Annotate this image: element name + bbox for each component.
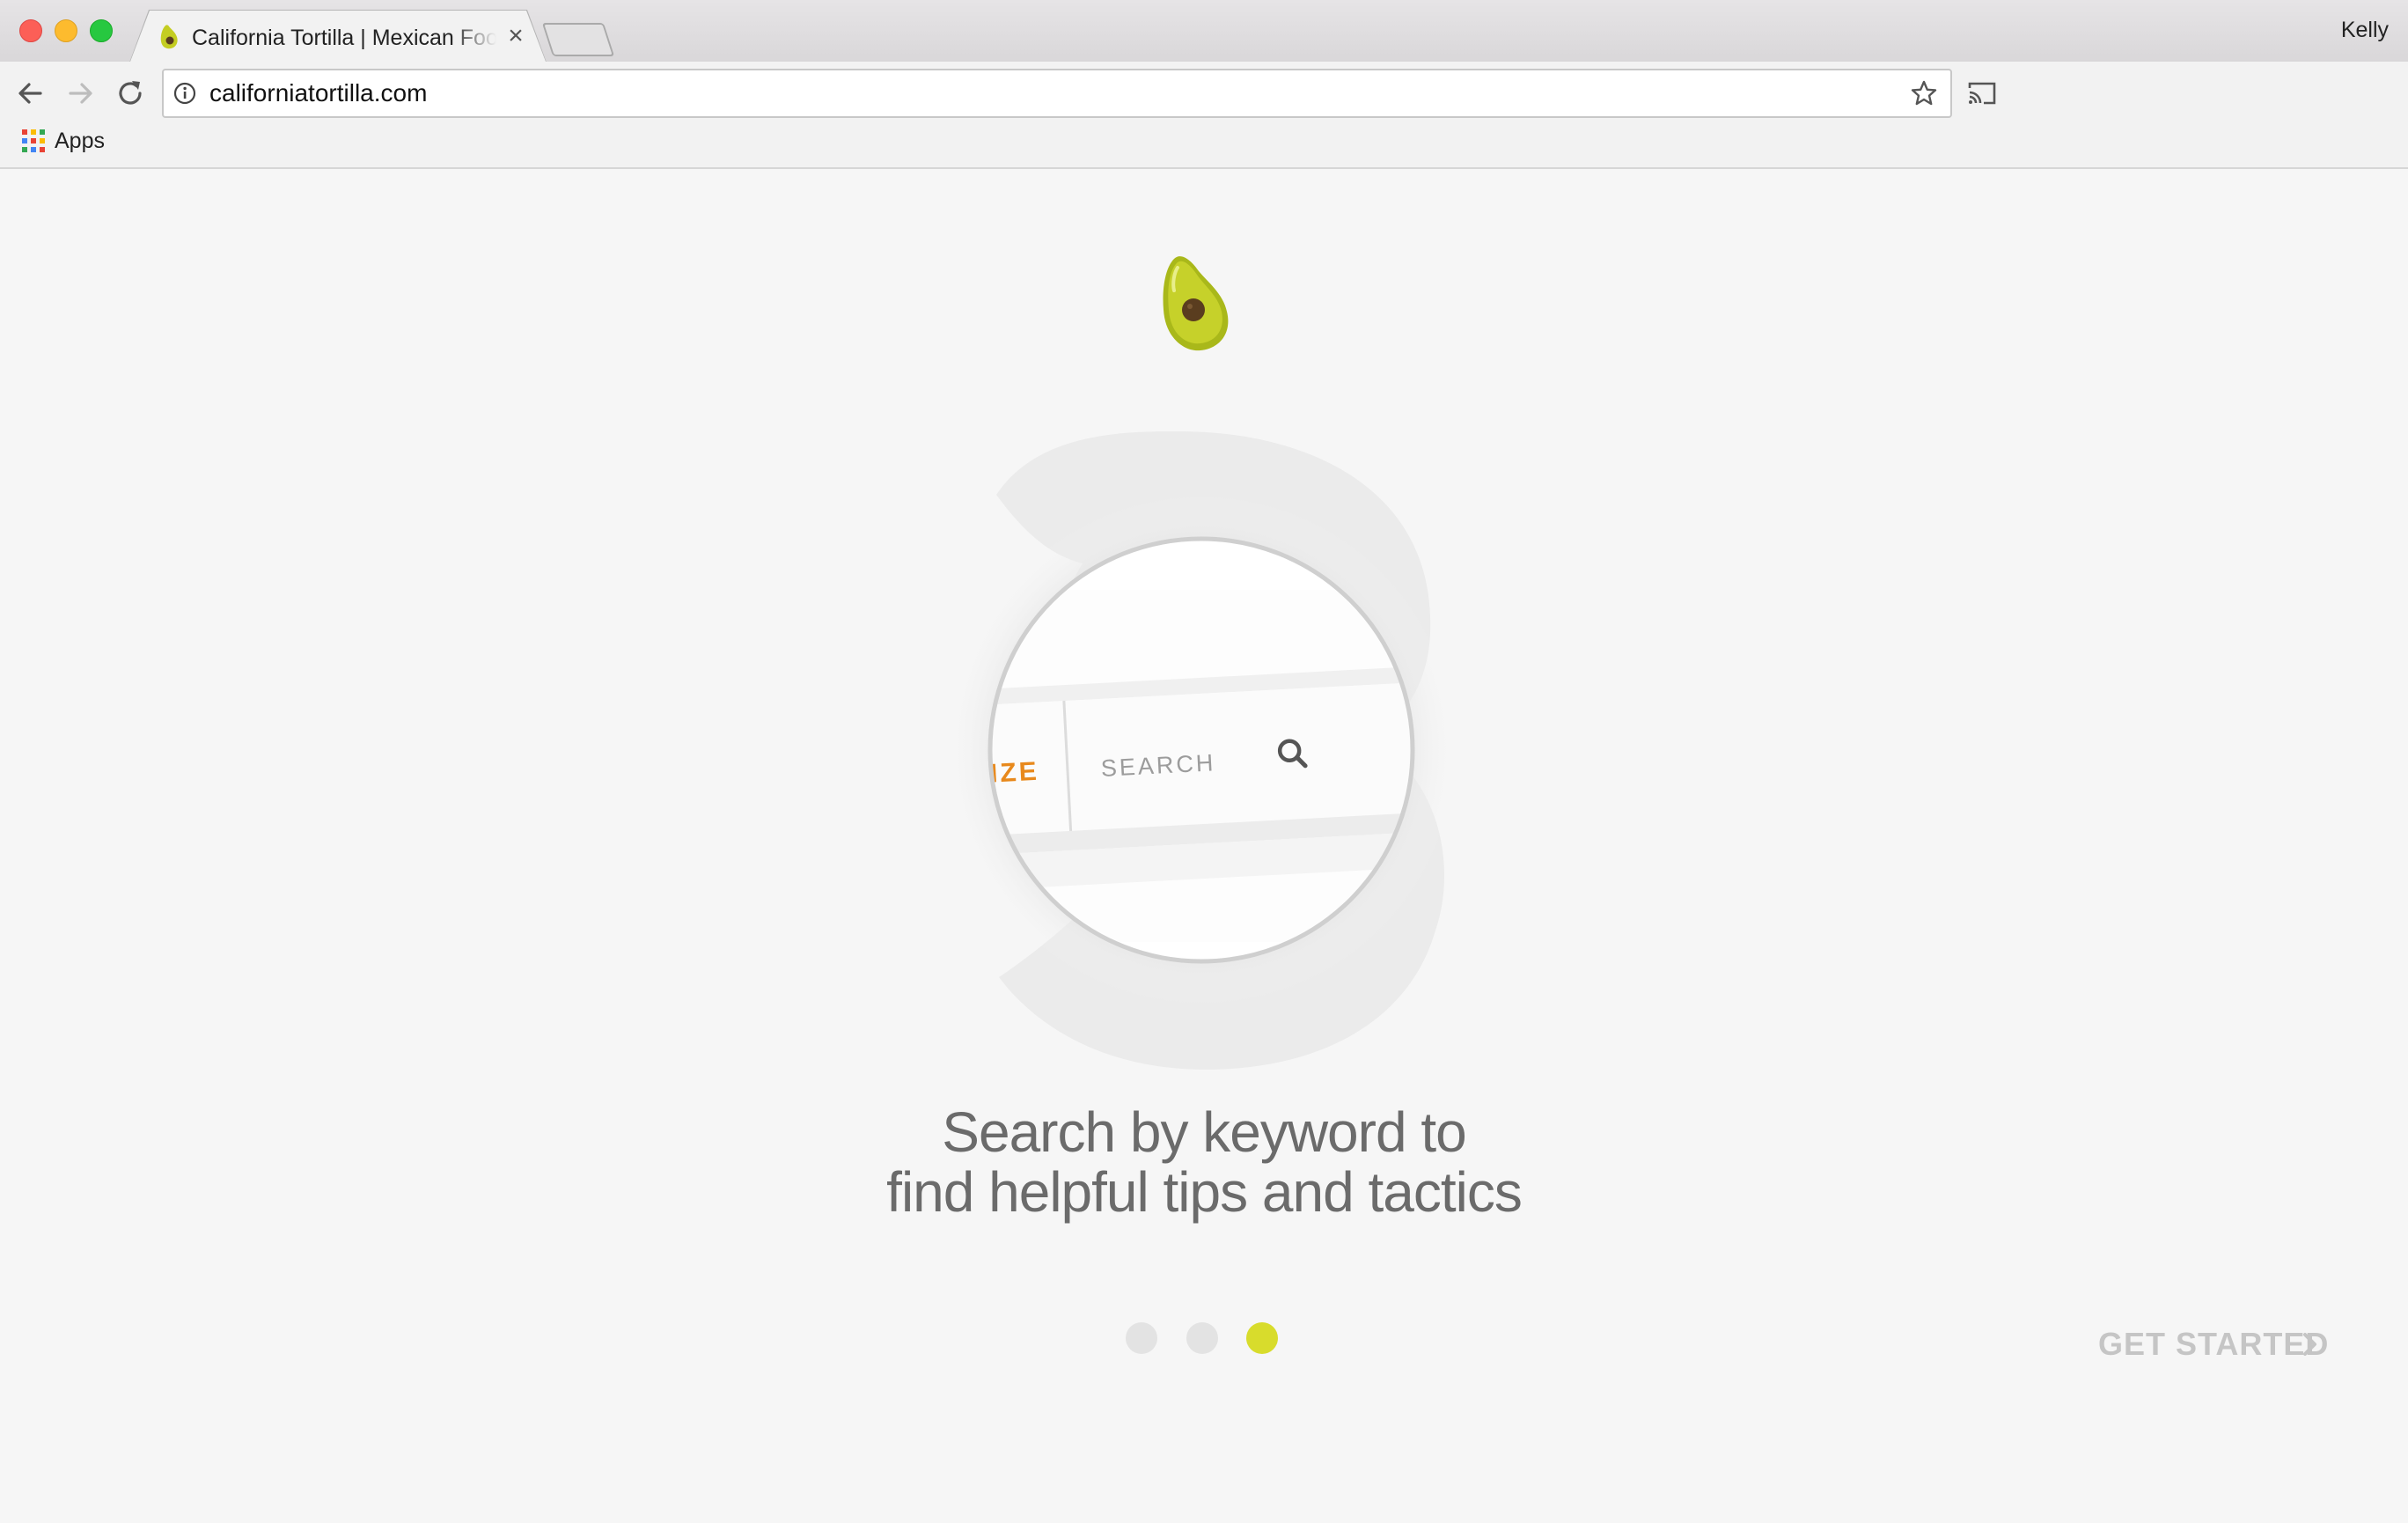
avocado-logo-icon [1163, 256, 1229, 351]
pager-dot-1[interactable] [1126, 1322, 1157, 1354]
onboarding-headline: Search by keyword to find helpful tips a… [764, 1102, 1644, 1222]
address-bar[interactable]: californiatortilla.com [162, 69, 1952, 118]
url-text[interactable]: californiatortilla.com [209, 77, 427, 109]
window-close-button[interactable] [19, 19, 42, 42]
cast-icon[interactable] [1966, 79, 1998, 107]
chevron-right-icon[interactable] [2301, 1331, 2320, 1357]
pager-dot-2[interactable] [1186, 1322, 1218, 1354]
forward-arrow-icon[interactable] [63, 76, 99, 111]
window-minimize-button[interactable] [55, 19, 77, 42]
info-icon[interactable] [173, 81, 197, 106]
search-illustration: IZE SEARCH [946, 431, 1457, 1070]
tab-title[interactable]: California Tortilla | Mexican Food [192, 23, 496, 53]
avocado-favicon-icon [160, 25, 178, 49]
headline-line-1: Search by keyword to [942, 1100, 1466, 1164]
browser-titlebar: California Tortilla | Mexican Food × Kel… [0, 0, 2408, 63]
window-maximize-button[interactable] [90, 19, 113, 42]
category-label: IZE [989, 757, 1039, 789]
reload-icon[interactable] [113, 76, 148, 111]
pager-dot-3-active[interactable] [1246, 1322, 1278, 1354]
bookmark-star-icon[interactable] [1910, 79, 1938, 107]
browser-toolbar: californiatortilla.com Apps [0, 62, 2408, 169]
apps-bookmark-label[interactable]: Apps [55, 127, 105, 155]
profile-name[interactable]: Kelly [2341, 18, 2389, 43]
back-arrow-icon[interactable] [12, 76, 48, 111]
get-started-button[interactable]: GET STARTED [2098, 1324, 2329, 1365]
headline-line-2: find helpful tips and tactics [886, 1160, 1523, 1224]
new-tab-button[interactable] [541, 23, 615, 56]
apps-grid-icon[interactable] [21, 129, 46, 153]
tab-close-button[interactable]: × [503, 23, 528, 49]
